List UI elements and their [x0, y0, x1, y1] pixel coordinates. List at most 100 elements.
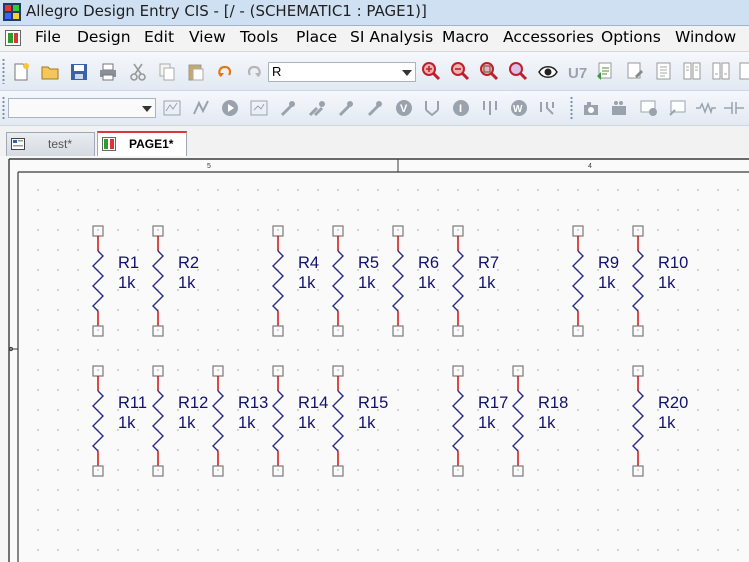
- redo-icon[interactable]: [244, 62, 264, 82]
- part-reference[interactable]: R4: [298, 254, 319, 272]
- menu-accessories[interactable]: Accessories: [503, 28, 594, 46]
- w-marker-icon[interactable]: W: [509, 98, 529, 118]
- part-value[interactable]: 1k: [418, 274, 436, 292]
- document-tab-bar: test* PAGE1*: [0, 126, 749, 156]
- part-value[interactable]: 1k: [118, 274, 136, 292]
- part-reference[interactable]: R2: [178, 254, 199, 272]
- part-reference[interactable]: R17: [478, 394, 508, 412]
- profile-icon[interactable]: [610, 98, 630, 118]
- part-reference[interactable]: R20: [658, 394, 688, 412]
- save-icon[interactable]: [69, 62, 89, 82]
- simulate-icon[interactable]: [639, 98, 659, 118]
- back-annotate-icon[interactable]: [711, 61, 731, 81]
- schematic-page-icon: [102, 137, 116, 151]
- toolbar-grip[interactable]: [570, 96, 573, 120]
- v-marker-icon[interactable]: V: [394, 98, 414, 118]
- part-value[interactable]: 1k: [478, 414, 496, 432]
- zoom-area-icon[interactable]: [479, 61, 499, 81]
- menu-design[interactable]: Design: [77, 28, 131, 46]
- copy-icon[interactable]: [157, 62, 177, 82]
- menu-window[interactable]: Window: [675, 28, 736, 46]
- part-reference[interactable]: R11: [118, 394, 147, 412]
- drc-icon[interactable]: [625, 61, 645, 81]
- menu-edit[interactable]: Edit: [144, 28, 174, 46]
- diff-probe-icon[interactable]: [307, 98, 327, 118]
- part-reference[interactable]: R10: [658, 254, 688, 272]
- voltage-probe-icon[interactable]: [278, 98, 298, 118]
- power-marker-icon[interactable]: [480, 98, 500, 118]
- run-icon[interactable]: [220, 98, 240, 118]
- i-marker-icon[interactable]: I: [451, 98, 471, 118]
- toolbar-grip[interactable]: [2, 96, 5, 120]
- part-reference[interactable]: R7: [478, 254, 499, 272]
- resistor-part-icon[interactable]: [696, 98, 716, 118]
- menu-place[interactable]: Place: [296, 28, 337, 46]
- menu-options[interactable]: Options: [601, 28, 661, 46]
- part-value[interactable]: 1k: [178, 414, 196, 432]
- menu-macro[interactable]: Macro: [442, 28, 489, 46]
- title-bar: Allegro Design Entry CIS - [/ - (SCHEMAT…: [0, 0, 749, 26]
- waveform-icon[interactable]: [162, 98, 182, 118]
- menu-view[interactable]: View: [189, 28, 226, 46]
- zoom-in-icon[interactable]: [421, 61, 441, 81]
- power-probe-icon[interactable]: [365, 98, 385, 118]
- part-value[interactable]: 1k: [598, 274, 616, 292]
- schematic-canvas[interactable]: 5 4 R1 1k R2 1k R4 1k R5 1k R6 1k R7 1k R9 1k R10 1k R11…: [0, 156, 749, 562]
- part-value[interactable]: 1k: [358, 414, 376, 432]
- part-search-combo[interactable]: R: [268, 62, 416, 82]
- part-reference[interactable]: R13: [238, 394, 268, 412]
- menu-tools[interactable]: Tools: [240, 28, 278, 46]
- netlist-icon[interactable]: [596, 61, 616, 81]
- view-sim-icon[interactable]: [668, 98, 688, 118]
- vdiff-marker-icon[interactable]: [422, 98, 442, 118]
- tab-test-label: test*: [48, 137, 73, 151]
- net-search-combo[interactable]: [8, 98, 156, 118]
- eye-icon[interactable]: [538, 62, 558, 82]
- annotate-icon[interactable]: [654, 61, 674, 81]
- part-reference[interactable]: R14: [298, 394, 328, 412]
- menu-si-analysis[interactable]: SI Analysis: [350, 28, 433, 46]
- part-value[interactable]: 1k: [298, 414, 316, 432]
- camera-icon[interactable]: [581, 98, 601, 118]
- tab-page1[interactable]: PAGE1*: [97, 131, 187, 156]
- paste-icon[interactable]: [186, 62, 206, 82]
- marker-icon[interactable]: [538, 98, 558, 118]
- u-icon[interactable]: U7: [567, 62, 587, 82]
- part-value[interactable]: 1k: [658, 274, 676, 292]
- part-value[interactable]: 1k: [478, 274, 496, 292]
- part-value[interactable]: 1k: [298, 274, 316, 292]
- part-reference[interactable]: R5: [358, 254, 379, 272]
- part-value[interactable]: 1k: [538, 414, 556, 432]
- part-reference[interactable]: R15: [358, 394, 388, 412]
- part-reference[interactable]: R9: [598, 254, 619, 272]
- part-value[interactable]: 1k: [178, 274, 196, 292]
- chevron-down-icon[interactable]: [402, 70, 412, 76]
- menu-file[interactable]: File: [35, 28, 61, 46]
- chevron-down-icon[interactable]: [142, 106, 152, 112]
- part-value[interactable]: 1k: [118, 414, 136, 432]
- part-value[interactable]: 1k: [658, 414, 676, 432]
- probe-icon[interactable]: [249, 98, 269, 118]
- part-value[interactable]: 1k: [358, 274, 376, 292]
- schematic-drawing[interactable]: 5 4 R1 1k R2 1k R4 1k R5 1k R6 1k R7 1k R9 1k R10 1k R11…: [0, 156, 749, 562]
- zoom-all-icon[interactable]: [508, 61, 528, 81]
- toolbar-grip[interactable]: [2, 58, 5, 84]
- tab-test[interactable]: test*: [6, 132, 95, 156]
- part-reference[interactable]: R12: [178, 394, 208, 412]
- part-reference[interactable]: R6: [418, 254, 439, 272]
- analysis-icon[interactable]: [191, 98, 211, 118]
- cross-ref-icon[interactable]: [738, 61, 749, 81]
- capacitor-part-icon[interactable]: [724, 98, 744, 118]
- part-reference[interactable]: R1: [118, 254, 139, 272]
- current-probe-icon[interactable]: [336, 98, 356, 118]
- part-reference[interactable]: R18: [538, 394, 568, 412]
- undo-icon[interactable]: [215, 62, 235, 82]
- system-menu-icon[interactable]: [5, 30, 21, 46]
- open-icon[interactable]: [40, 62, 60, 82]
- part-value[interactable]: 1k: [238, 414, 256, 432]
- new-icon[interactable]: [11, 62, 31, 82]
- bom-icon[interactable]: [682, 61, 702, 81]
- cut-icon[interactable]: [128, 62, 148, 82]
- zoom-out-icon[interactable]: [450, 61, 470, 81]
- print-icon[interactable]: [98, 62, 118, 82]
